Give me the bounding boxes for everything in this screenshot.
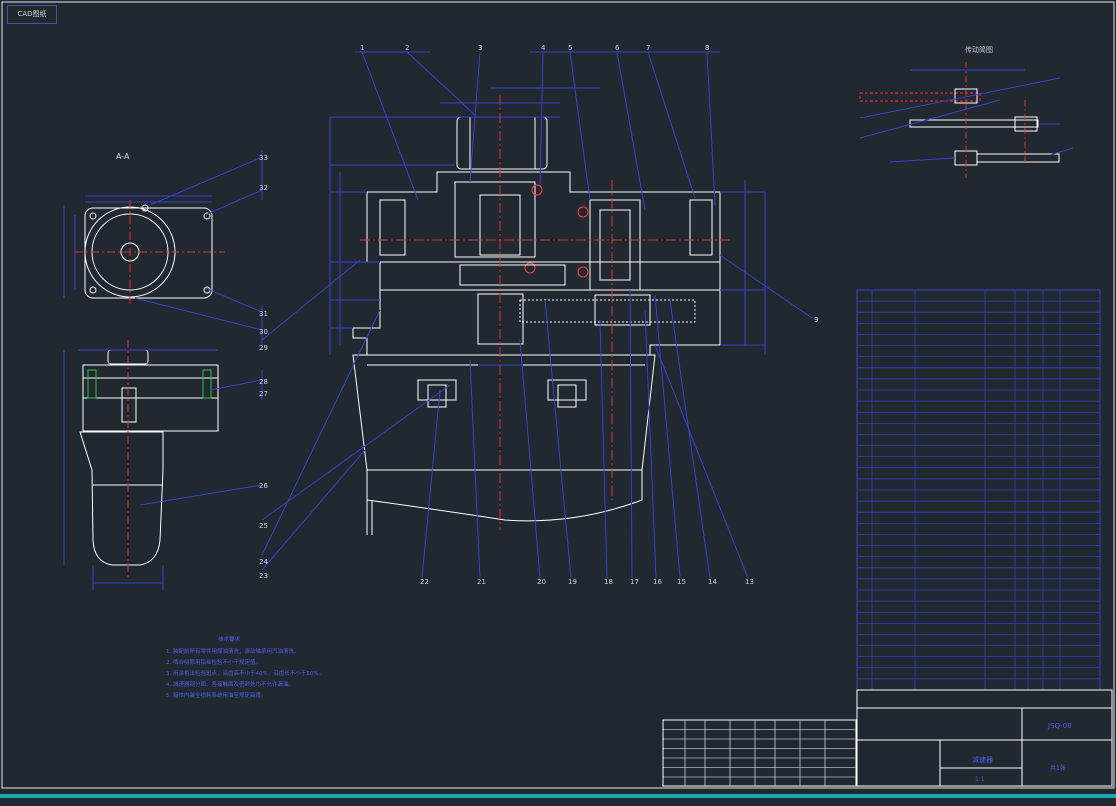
technical-notes: 技术要求 1. 装配前所有零件用煤油清洗，滚动轴承用汽油清洗。 2. 啮合侧隙用…: [166, 635, 324, 699]
end-view: A-A: [63, 150, 263, 350]
callout-30: 30: [259, 328, 268, 336]
cad-drawing: A-A 1 2 3 4 5 6 7 8 9 22 21 20 19 18 17 …: [0, 1, 1116, 798]
drawing-number: JSQ-00: [1047, 722, 1072, 730]
callout-1: 1: [360, 44, 364, 52]
callout-25: 25: [259, 522, 268, 530]
callout-3: 3: [478, 44, 482, 52]
callout-4: 4: [541, 44, 546, 52]
callout-26: 26: [259, 482, 268, 490]
note-line-4: 4. 减速器剖分面、各接触面及密封处均不允许漏油。: [166, 680, 294, 688]
callout-5: 5: [568, 44, 572, 52]
notes-title: 技术要求: [218, 635, 241, 643]
front-view: [63, 340, 263, 590]
drawing-tab-label: CAD图纸: [7, 5, 57, 24]
revision-grid: [663, 720, 856, 786]
callout-7: 7: [646, 44, 650, 52]
callout-16: 16: [653, 578, 662, 586]
main-section-view: [261, 51, 813, 579]
callout-24: 24: [259, 558, 268, 566]
callout-9: 9: [814, 316, 818, 324]
callout-32: 32: [259, 184, 268, 192]
callout-19: 19: [568, 578, 577, 586]
drawing-canvas: CAD图纸 A-A 1 2 3 4 5 6 7 8 9 22 21 20 19 …: [0, 0, 1116, 802]
callout-14: 14: [708, 578, 717, 586]
callout-17: 17: [630, 578, 639, 586]
callout-27: 27: [259, 390, 268, 398]
callout-6: 6: [615, 44, 620, 52]
callout-22: 22: [420, 578, 429, 586]
note-line-3: 3. 用涂色法检验斑点，沿齿高不小于40%，沿齿长不小于50%。: [166, 669, 324, 677]
callout-21: 21: [477, 578, 486, 586]
callout-20: 20: [537, 578, 546, 586]
callout-18: 18: [604, 578, 613, 586]
note-line-1: 1. 装配前所有零件用煤油清洗，滚动轴承用汽油清洗。: [166, 647, 300, 655]
drawing-name: 减速器: [972, 755, 993, 764]
callout-31: 31: [259, 310, 268, 318]
callout-23: 23: [259, 572, 268, 580]
parts-list-table: [856, 289, 1101, 691]
callout-29: 29: [259, 344, 268, 352]
note-line-2: 2. 啮合侧隙用铅丝检验不小于规定值。: [166, 658, 261, 666]
callout-28: 28: [259, 378, 268, 386]
callout-labels: 1 2 3 4 5 6 7 8 9 22 21 20 19 18 17 16 1…: [259, 44, 818, 586]
callout-2: 2: [405, 44, 409, 52]
callout-8: 8: [705, 44, 709, 52]
drawing-scale: 1:1: [975, 776, 985, 783]
callout-15: 15: [677, 578, 686, 586]
transmission-schematic: 传动简图: [859, 45, 1074, 178]
note-line-5: 5. 箱体内装全损耗系统用油至规定高度。: [166, 691, 267, 699]
callout-13: 13: [745, 578, 754, 586]
end-view-label: A-A: [116, 152, 130, 161]
schematic-title: 传动简图: [965, 45, 993, 54]
drawing-sheet: 共1张: [1050, 764, 1066, 772]
callout-33: 33: [259, 154, 268, 162]
title-block: JSQ-00 减速器 1:1 共1张: [662, 689, 1113, 787]
